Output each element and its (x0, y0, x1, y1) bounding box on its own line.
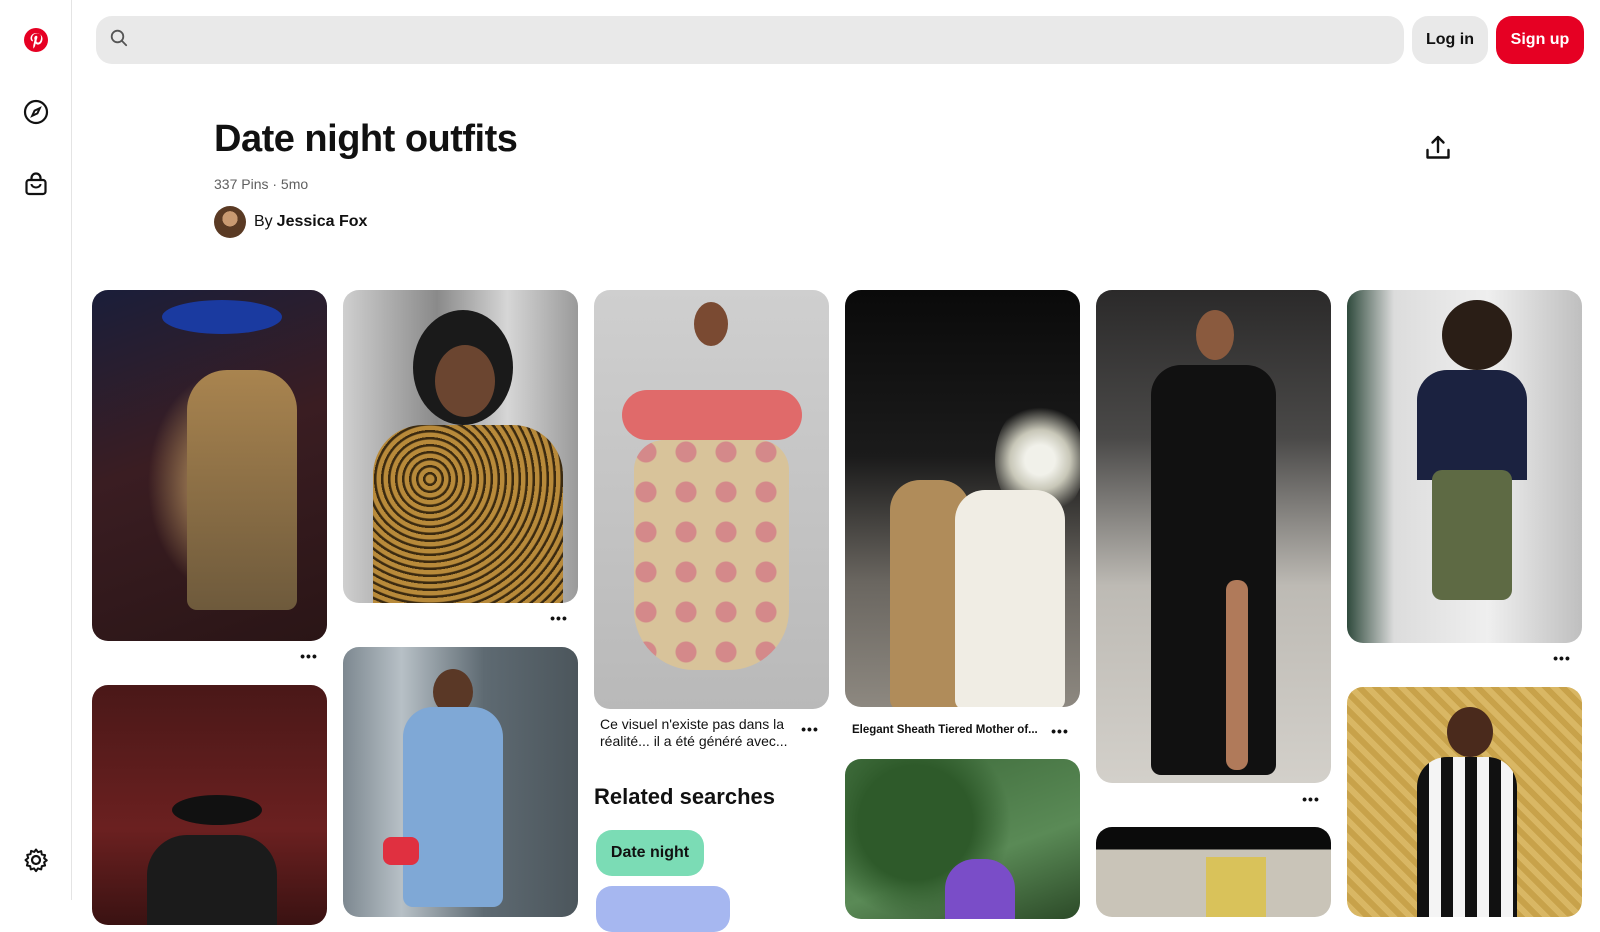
pin-more-icon[interactable]: ••• (1046, 721, 1074, 741)
pin-more-icon[interactable]: ••• (796, 719, 824, 739)
pin-image[interactable] (1347, 687, 1582, 917)
pin-more-icon[interactable]: ••• (295, 646, 323, 666)
pin-image[interactable] (343, 290, 578, 603)
pin-image[interactable] (1096, 827, 1331, 917)
share-icon[interactable] (1418, 128, 1458, 168)
search-icon (110, 29, 128, 52)
owner-name[interactable]: Jessica Fox (277, 213, 368, 231)
pin-image[interactable] (92, 290, 327, 641)
pin-caption[interactable]: Elegant Sheath Tiered Mother of... (852, 724, 1038, 736)
pin-image[interactable] (92, 685, 327, 925)
compass-icon[interactable] (12, 88, 60, 136)
avatar[interactable] (214, 206, 246, 238)
board-meta: 337 Pins · 5mo (214, 176, 309, 192)
related-searches-title: Related searches (594, 784, 775, 809)
search-bar[interactable] (96, 16, 1404, 64)
pin-image[interactable] (845, 290, 1080, 707)
signup-button[interactable]: Sign up (1496, 16, 1584, 64)
pin-more-icon[interactable]: ••• (545, 608, 573, 628)
pin-caption[interactable]: Ce visuel n'existe pas dans la réalité..… (600, 716, 800, 750)
shopping-bag-icon[interactable] (12, 160, 60, 208)
pin-image[interactable] (343, 647, 578, 917)
search-input[interactable] (140, 31, 1340, 49)
pin-more-icon[interactable]: ••• (1548, 648, 1576, 668)
related-chip[interactable] (596, 886, 730, 932)
pin-image[interactable] (1096, 290, 1331, 783)
pin-image[interactable] (594, 290, 829, 709)
pin-image[interactable] (1347, 290, 1582, 643)
pin-more-icon[interactable]: ••• (1297, 789, 1325, 809)
gear-icon[interactable] (12, 836, 60, 884)
related-chip-date-night[interactable]: Date night (596, 830, 704, 876)
board-owner[interactable]: By Jessica Fox (214, 206, 367, 238)
board-title: Date night outfits (214, 118, 518, 160)
sidebar (0, 0, 72, 900)
by-label: By (254, 213, 273, 230)
pin-image[interactable] (845, 759, 1080, 919)
login-button[interactable]: Log in (1412, 16, 1488, 64)
pinterest-logo-icon[interactable] (12, 16, 60, 64)
